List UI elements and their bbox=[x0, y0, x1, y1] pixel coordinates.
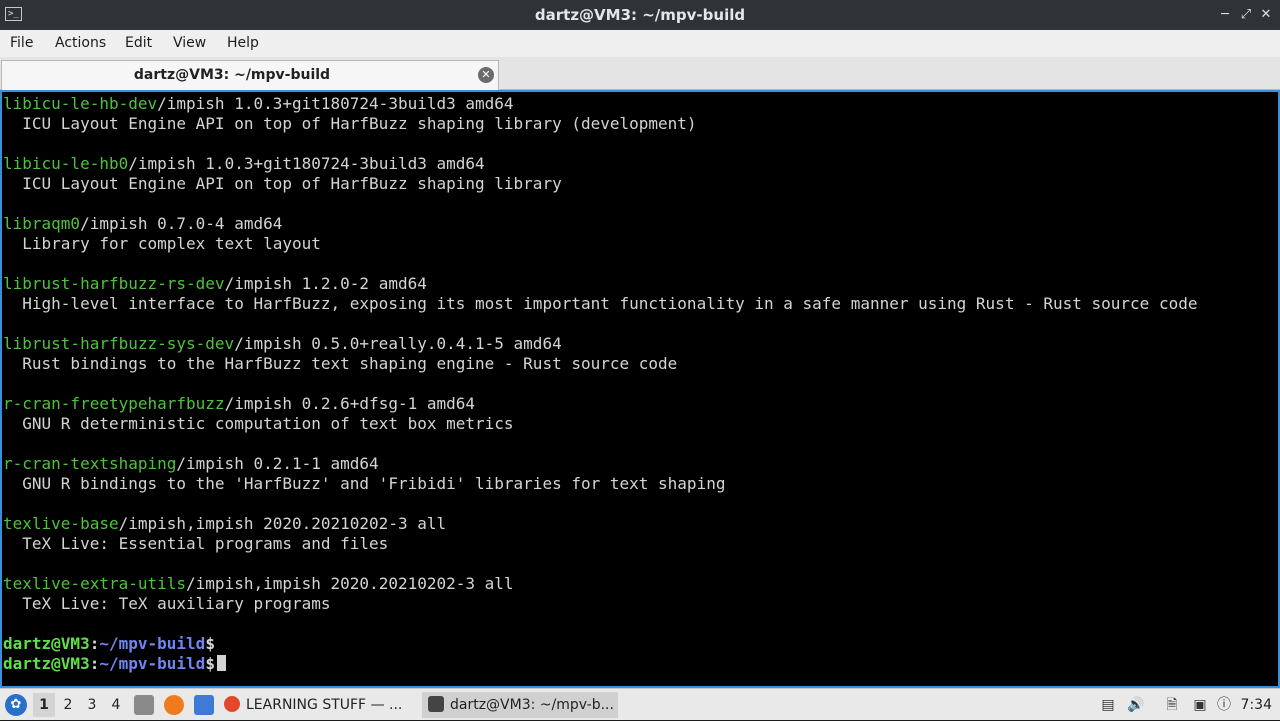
package-line: libraqm0/impish 0.7.0-4 amd64 bbox=[3, 214, 1278, 234]
menu-actions[interactable]: Actions bbox=[55, 30, 106, 57]
package-line: r-cran-freetypeharfbuzz/impish 0.2.6+dfs… bbox=[3, 394, 1278, 414]
minimize-icon[interactable]: ─ bbox=[1217, 6, 1233, 24]
task-terminal[interactable]: dartz@VM3: ~/mpv-b... bbox=[422, 692, 618, 718]
window-title: dartz@VM3: ~/mpv-build bbox=[534, 6, 746, 24]
package-name: libicu-le-hb-dev bbox=[3, 94, 158, 113]
prompt-path: ~/mpv-build bbox=[99, 654, 206, 673]
workspace-2[interactable]: 2 bbox=[57, 693, 79, 717]
task-label: dartz@VM3: ~/mpv-b... bbox=[450, 697, 614, 713]
close-icon[interactable]: ✕ bbox=[1258, 6, 1274, 24]
tab-terminal[interactable]: dartz@VM3: ~/mpv-build ✕ bbox=[1, 60, 499, 90]
package-name: libraqm0 bbox=[3, 214, 81, 233]
package-line: libicu-le-hb-dev/impish 1.0.3+git180724-… bbox=[3, 94, 1278, 114]
lubuntu-start-icon[interactable]: ✿ bbox=[5, 694, 27, 716]
menu-help[interactable]: Help bbox=[227, 30, 259, 57]
package-description: Library for complex text layout bbox=[3, 234, 321, 253]
notes-icon[interactable]: ▤ bbox=[1098, 695, 1118, 715]
desktop-icon[interactable] bbox=[194, 695, 214, 715]
package-name: libicu-le-hb0 bbox=[3, 154, 129, 173]
package-description: GNU R bindings to the 'HarfBuzz' and 'Fr… bbox=[3, 474, 726, 493]
package-line: librust-harfbuzz-sys-dev/impish 0.5.0+re… bbox=[3, 334, 1278, 354]
package-description: GNU R deterministic computation of text … bbox=[3, 414, 514, 433]
package-version: /impish 1.0.3+git180724-3build3 amd64 bbox=[157, 94, 514, 113]
package-name: r-cran-textshaping bbox=[3, 454, 177, 473]
text-cursor bbox=[216, 655, 226, 671]
package-description: TeX Live: TeX auxiliary programs bbox=[3, 594, 331, 613]
clock: 7:34 bbox=[1240, 697, 1272, 713]
prompt-dollar: $ bbox=[205, 654, 215, 673]
task-firefox[interactable]: LEARNING STUFF — ... bbox=[224, 692, 414, 718]
package-description: ICU Layout Engine API on top of HarfBuzz… bbox=[3, 174, 562, 193]
package-version: /impish 0.2.6+dfsg-1 amd64 bbox=[224, 394, 476, 413]
volume-icon[interactable]: 🔊 bbox=[1126, 695, 1146, 715]
window-titlebar: >_ dartz@VM3: ~/mpv-build ─ ⤢ ✕ bbox=[0, 0, 1280, 30]
package-version: /impish,impish 2020.20210202-3 all bbox=[186, 574, 514, 593]
package-version: /impish,impish 2020.20210202-3 all bbox=[118, 514, 447, 533]
prompt-dollar: $ bbox=[205, 634, 215, 653]
files-icon[interactable]: 🗎 bbox=[1162, 695, 1182, 715]
menu-edit[interactable]: Edit bbox=[125, 30, 152, 57]
package-description: High-level interface to HarfBuzz, exposi… bbox=[3, 294, 1198, 313]
package-line: texlive-base/impish,impish 2020.20210202… bbox=[3, 514, 1278, 534]
package-version: /impish 0.7.0-4 amd64 bbox=[80, 214, 283, 233]
file-manager-icon[interactable] bbox=[134, 695, 154, 715]
package-version: /impish 0.5.0+really.0.4.1-5 amd64 bbox=[234, 334, 562, 353]
prompt-line: dartz@VM3:~/mpv-build$ bbox=[3, 634, 1278, 654]
prompt-line: dartz@VM3:~/mpv-build$ bbox=[3, 654, 1278, 674]
package-name: r-cran-freetypeharfbuzz bbox=[3, 394, 225, 413]
prompt-separator: : bbox=[89, 654, 100, 673]
workspace-4[interactable]: 4 bbox=[105, 693, 127, 717]
package-description: TeX Live: Essential programs and files bbox=[3, 534, 389, 553]
package-name: librust-harfbuzz-sys-dev bbox=[3, 334, 235, 353]
package-line: librust-harfbuzz-rs-dev/impish 1.2.0-2 a… bbox=[3, 274, 1278, 294]
terminal-view[interactable]: libicu-le-hb-dev/impish 1.0.3+git180724-… bbox=[0, 90, 1280, 688]
prompt-user: dartz@VM3 bbox=[3, 654, 90, 673]
package-name: texlive-extra-utils bbox=[3, 574, 187, 593]
workspace-1[interactable]: 1 bbox=[33, 693, 55, 717]
package-version: /impish 1.2.0-2 amd64 bbox=[224, 274, 427, 293]
workspace-3[interactable]: 3 bbox=[81, 693, 103, 717]
package-version: /impish 0.2.1-1 amd64 bbox=[176, 454, 379, 473]
terminal-output: libicu-le-hb-dev/impish 1.0.3+git180724-… bbox=[3, 94, 1278, 674]
menu-bar: File Actions Edit View Help bbox=[0, 30, 1280, 57]
update-icon[interactable]: ⓘ bbox=[1214, 695, 1234, 715]
prompt-path: ~/mpv-build bbox=[99, 634, 206, 653]
package-description: ICU Layout Engine API on top of HarfBuzz… bbox=[3, 114, 697, 133]
terminal-icon bbox=[428, 696, 444, 712]
tab-label: dartz@VM3: ~/mpv-build bbox=[133, 67, 331, 83]
package-line: r-cran-textshaping/impish 0.2.1-1 amd64 bbox=[3, 454, 1278, 474]
network-icon[interactable]: ▣ bbox=[1190, 695, 1210, 715]
package-description: Rust bindings to the HarfBuzz text shapi… bbox=[3, 354, 678, 373]
task-label: LEARNING STUFF — ... bbox=[246, 697, 403, 713]
maximize-icon[interactable]: ⤢ bbox=[1238, 6, 1254, 24]
prompt-separator: : bbox=[89, 634, 100, 653]
prompt-user: dartz@VM3 bbox=[3, 634, 90, 653]
close-circle-icon[interactable]: ✕ bbox=[478, 67, 494, 83]
package-name: librust-harfbuzz-rs-dev bbox=[3, 274, 225, 293]
menu-file[interactable]: File bbox=[10, 30, 33, 57]
package-version: /impish 1.0.3+git180724-3build3 amd64 bbox=[128, 154, 485, 173]
firefox-icon bbox=[224, 696, 240, 712]
package-name: texlive-base bbox=[3, 514, 119, 533]
tab-bar: dartz@VM3: ~/mpv-build ✕ bbox=[0, 57, 1280, 90]
menu-view[interactable]: View bbox=[173, 30, 206, 57]
package-line: libicu-le-hb0/impish 1.0.3+git180724-3bu… bbox=[3, 154, 1278, 174]
firefox-icon[interactable] bbox=[164, 695, 184, 715]
taskbar: ✿ 1 2 3 4 LEARNING STUFF — ... dartz@VM3… bbox=[0, 688, 1280, 720]
package-line: texlive-extra-utils/impish,impish 2020.2… bbox=[3, 574, 1278, 594]
